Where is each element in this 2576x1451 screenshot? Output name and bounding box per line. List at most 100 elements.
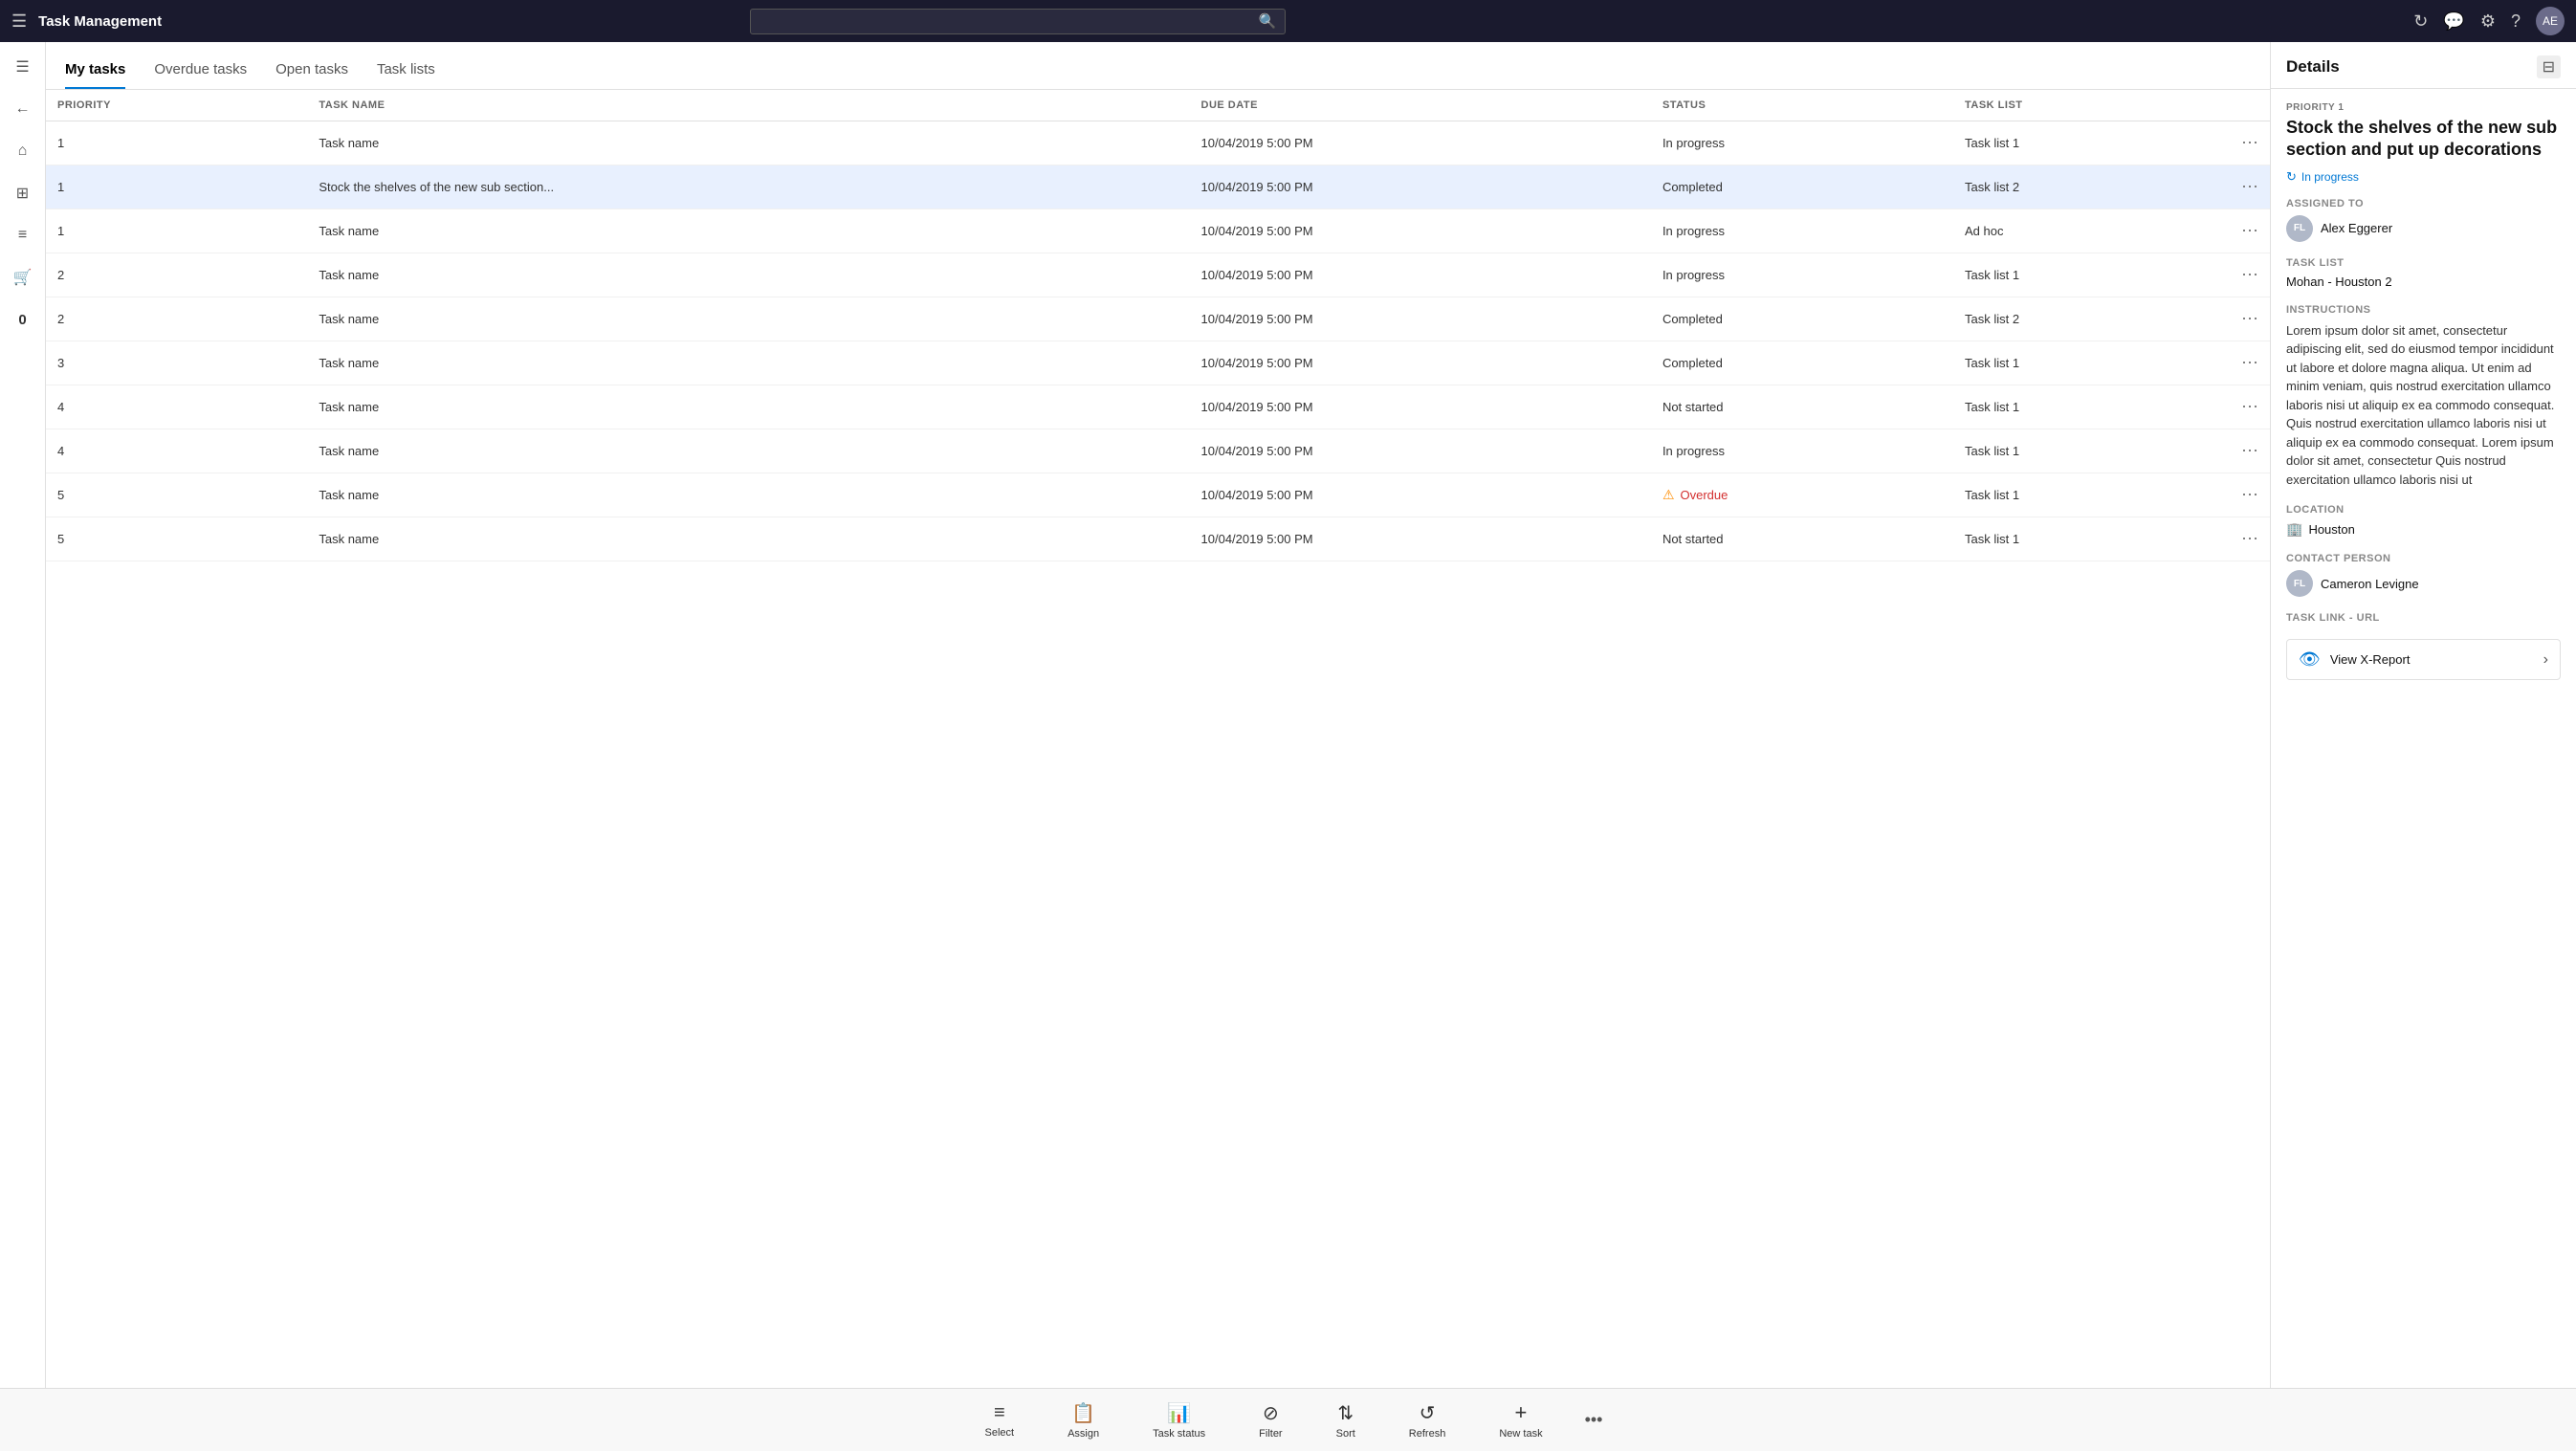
toolbar-refresh[interactable]: ↺ Refresh — [1382, 1396, 1473, 1445]
assign-icon: 📋 — [1071, 1401, 1095, 1425]
cell-row-menu[interactable]: ⋯ — [2230, 341, 2270, 385]
task-table-container: Priority Task name Due date Status Task … — [46, 90, 2270, 1388]
cell-task-name: Task name — [307, 429, 1189, 473]
main-layout: ☰ ← ⌂ ⊞ ≡ 🛒 0 My tasks Overdue tasks Ope… — [0, 42, 2576, 1388]
new-task-icon: + — [1515, 1400, 1528, 1425]
table-row[interactable]: 4 Task name 10/04/2019 5:00 PM In progre… — [46, 429, 2270, 473]
table-row[interactable]: 5 Task name 10/04/2019 5:00 PM Not start… — [46, 517, 2270, 561]
refresh-toolbar-icon: ↺ — [1420, 1401, 1436, 1425]
contact-row: FL Cameron Levigne — [2286, 570, 2561, 597]
toolbar-filter[interactable]: ⊘ Filter — [1232, 1396, 1309, 1445]
cell-priority: 3 — [46, 341, 307, 385]
tab-task-lists[interactable]: Task lists — [377, 54, 435, 89]
table-row[interactable]: 1 Task name 10/04/2019 5:00 PM In progre… — [46, 209, 2270, 253]
cell-task-name: Task name — [307, 385, 1189, 429]
cell-priority: 2 — [46, 297, 307, 341]
cell-row-menu[interactable]: ⋯ — [2230, 121, 2270, 165]
table-row[interactable]: 2 Task name 10/04/2019 5:00 PM Completed… — [46, 297, 2270, 341]
table-row[interactable]: 1 Task name 10/04/2019 5:00 PM In progre… — [46, 121, 2270, 165]
cell-due-date: 10/04/2019 5:00 PM — [1190, 517, 1651, 561]
tab-overdue-tasks[interactable]: Overdue tasks — [154, 54, 247, 89]
hamburger-icon[interactable]: ☰ — [11, 11, 27, 32]
cell-task-list: Task list 2 — [1953, 297, 2230, 341]
more-icon: ••• — [1585, 1410, 1603, 1430]
location-icon: 🏢 — [2286, 521, 2302, 538]
col-task-list: Task list — [1953, 90, 2230, 121]
sidebar-item-collapse[interactable]: ☰ — [6, 50, 40, 84]
search-input[interactable] — [750, 9, 1286, 34]
toolbar-more-button[interactable]: ••• — [1570, 1404, 1618, 1436]
sidebar-item-badge[interactable]: 0 — [6, 302, 40, 337]
toolbar-sort[interactable]: ⇅ Sort — [1310, 1396, 1382, 1445]
cell-task-name: Task name — [307, 473, 1189, 517]
cell-row-menu[interactable]: ⋯ — [2230, 209, 2270, 253]
refresh-label: Refresh — [1409, 1428, 1446, 1440]
help-icon[interactable]: ? — [2511, 11, 2521, 32]
sidebar-item-back[interactable]: ← — [6, 92, 40, 126]
contact-avatar: FL — [2286, 570, 2313, 597]
badge-number: 0 — [18, 312, 26, 328]
cell-row-menu[interactable]: ⋯ — [2230, 473, 2270, 517]
refresh-icon[interactable]: ↻ — [2413, 11, 2428, 32]
filter-icon: ⊘ — [1263, 1401, 1279, 1425]
cell-status: Not started — [1651, 385, 1953, 429]
user-avatar[interactable]: AE — [2536, 7, 2565, 35]
instructions-text: Lorem ipsum dolor sit amet, consectetur … — [2286, 321, 2561, 490]
contact-name: Cameron Levigne — [2321, 577, 2419, 591]
col-task-name: Task name — [307, 90, 1189, 121]
toolbar-select[interactable]: ≡ Select — [958, 1396, 1042, 1444]
view-x-report-button[interactable]: 👁 View X-Report › — [2286, 639, 2561, 680]
sidebar-item-apps[interactable]: ⊞ — [6, 176, 40, 210]
cell-row-menu[interactable]: ⋯ — [2230, 385, 2270, 429]
contact-label: Contact person — [2286, 553, 2561, 564]
table-row[interactable]: 1 Stock the shelves of the new sub secti… — [46, 165, 2270, 209]
col-due-date: Due date — [1190, 90, 1651, 121]
table-row[interactable]: 5 Task name 10/04/2019 5:00 PM ⚠Overdue … — [46, 473, 2270, 517]
details-header: Details ⊟ — [2271, 42, 2576, 89]
detail-contact-section: Contact person FL Cameron Levigne — [2286, 553, 2561, 597]
task-link-label: Task link - URL — [2286, 612, 2561, 624]
search-container: 🔍 — [750, 9, 1286, 34]
select-icon: ≡ — [994, 1402, 1005, 1424]
table-row[interactable]: 3 Task name 10/04/2019 5:00 PM Completed… — [46, 341, 2270, 385]
cell-priority: 1 — [46, 121, 307, 165]
settings-icon[interactable]: ⚙ — [2480, 11, 2496, 32]
top-nav-actions: ↻ 💬 ⚙ ? AE — [2413, 7, 2565, 35]
tab-my-tasks[interactable]: My tasks — [65, 54, 125, 89]
sidebar-item-menu[interactable]: ≡ — [6, 218, 40, 253]
cell-row-menu[interactable]: ⋯ — [2230, 297, 2270, 341]
sidebar-item-home[interactable]: ⌂ — [6, 134, 40, 168]
chat-icon[interactable]: 💬 — [2443, 11, 2464, 32]
task-status-icon: 📊 — [1167, 1401, 1191, 1425]
details-collapse-button[interactable]: ⊟ — [2537, 55, 2561, 78]
assignee-row: FL Alex Eggerer — [2286, 215, 2561, 242]
location-row: 🏢 Houston — [2286, 521, 2561, 538]
assignee-name: Alex Eggerer — [2321, 221, 2392, 235]
cell-priority: 1 — [46, 209, 307, 253]
cell-row-menu[interactable]: ⋯ — [2230, 253, 2270, 297]
instructions-label: Instructions — [2286, 304, 2561, 316]
tab-open-tasks[interactable]: Open tasks — [275, 54, 348, 89]
cell-row-menu[interactable]: ⋯ — [2230, 429, 2270, 473]
table-row[interactable]: 4 Task name 10/04/2019 5:00 PM Not start… — [46, 385, 2270, 429]
cell-row-menu[interactable]: ⋯ — [2230, 165, 2270, 209]
cell-row-menu[interactable]: ⋯ — [2230, 517, 2270, 561]
assigned-to-label: Assigned to — [2286, 198, 2561, 209]
cell-status: In progress — [1651, 121, 1953, 165]
cell-task-name: Task name — [307, 253, 1189, 297]
cell-task-name: Stock the shelves of the new sub section… — [307, 165, 1189, 209]
detail-status-text: In progress — [2301, 170, 2359, 184]
cell-due-date: 10/04/2019 5:00 PM — [1190, 297, 1651, 341]
cell-task-name: Task name — [307, 209, 1189, 253]
cell-due-date: 10/04/2019 5:00 PM — [1190, 165, 1651, 209]
cell-due-date: 10/04/2019 5:00 PM — [1190, 121, 1651, 165]
toolbar-new-task[interactable]: + New task — [1472, 1395, 1569, 1445]
new-task-label: New task — [1499, 1428, 1542, 1440]
top-navigation: ☰ Task Management 🔍 ↻ 💬 ⚙ ? AE — [0, 0, 2576, 42]
cell-task-list: Task list 1 — [1953, 121, 2230, 165]
table-row[interactable]: 2 Task name 10/04/2019 5:00 PM In progre… — [46, 253, 2270, 297]
sidebar-item-cart[interactable]: 🛒 — [6, 260, 40, 295]
toolbar-task-status[interactable]: 📊 Task status — [1126, 1396, 1232, 1445]
cell-status: In progress — [1651, 253, 1953, 297]
toolbar-assign[interactable]: 📋 Assign — [1041, 1396, 1126, 1445]
